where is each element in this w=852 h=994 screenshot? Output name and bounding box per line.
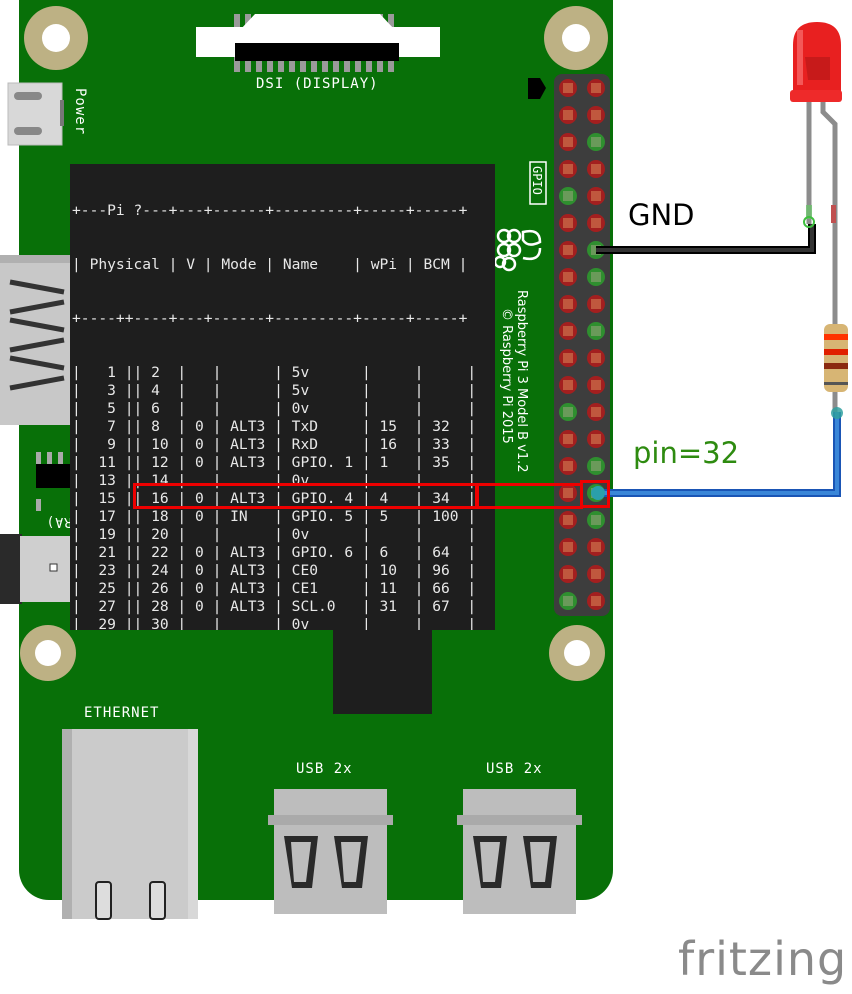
gpio-pin-36[interactable] bbox=[587, 538, 605, 556]
gpio-pin-23[interactable] bbox=[559, 376, 577, 394]
gpio-pin-4[interactable] bbox=[587, 106, 605, 124]
gpio-pin-21[interactable] bbox=[559, 349, 577, 367]
terminal-row: | 7 || 8 | 0 | ALT3 | TxD | 15 | 32 | bbox=[72, 418, 477, 435]
terminal-row: | 3 || 4 | | | 5v | | | bbox=[72, 382, 477, 399]
terminal-row: | 5 || 6 | | | 0v | | | bbox=[72, 400, 477, 417]
gpio-pin-37[interactable] bbox=[559, 565, 577, 583]
soc-chip bbox=[333, 620, 432, 714]
gpio-pin-15[interactable] bbox=[559, 268, 577, 286]
usb-port-2 bbox=[457, 789, 582, 914]
gpio-pin-12[interactable] bbox=[587, 214, 605, 232]
gpio-pin-17[interactable] bbox=[559, 295, 577, 313]
ethernet-label: ETHERNET bbox=[84, 705, 159, 721]
mount-hole-bottom-right bbox=[549, 625, 605, 681]
terminal-row: | 11 || 12 | 0 | ALT3 | GPIO. 1 | 1 | 35… bbox=[72, 454, 477, 471]
ethernet-port bbox=[62, 729, 198, 920]
gpio-pin-5[interactable] bbox=[559, 133, 577, 151]
gpio-pin-26[interactable] bbox=[587, 403, 605, 421]
resistor bbox=[824, 300, 848, 412]
terminal-row: | 25 || 26 | 0 | ALT3 | CE1 | 11 | 66 | bbox=[72, 580, 477, 597]
pin-label: pin=32 bbox=[633, 436, 740, 470]
gpio-pin-13[interactable] bbox=[559, 241, 577, 259]
power-label: Power bbox=[72, 88, 88, 135]
gpio-pin-22[interactable] bbox=[587, 349, 605, 367]
terminal-row: | 17 || 18 | 0 | IN | GPIO. 5 | 5 | 100 … bbox=[72, 508, 477, 525]
mount-hole-bottom-left bbox=[20, 625, 76, 681]
gpio-pin-40[interactable] bbox=[587, 592, 605, 610]
usb-port-1 bbox=[268, 789, 393, 914]
terminal-row: | 29 || 30 | | | 0v | | | bbox=[72, 616, 477, 630]
hdmi-connector bbox=[0, 255, 72, 425]
highlight-pin32 bbox=[580, 480, 610, 508]
gpio-readall-terminal: +---Pi ?---+---+------+---------+-----+-… bbox=[70, 164, 495, 630]
gpio-pin-2[interactable] bbox=[587, 79, 605, 97]
dsi-label: DSI (DISPLAY) bbox=[256, 76, 379, 92]
highlight-extension bbox=[476, 483, 583, 509]
terminal-top-border: +---Pi ?---+---+------+---------+-----+-… bbox=[72, 202, 468, 219]
gpio-pin-24[interactable] bbox=[587, 376, 605, 394]
terminal-row: | 23 || 24 | 0 | ALT3 | CE0 | 10 | 96 | bbox=[72, 562, 477, 579]
terminal-row: | 21 || 22 | 0 | ALT3 | GPIO. 6 | 6 | 64… bbox=[72, 544, 477, 561]
gpio-pin-7[interactable] bbox=[559, 160, 577, 178]
led bbox=[790, 22, 842, 300]
terminal-separator: +----++----+---+------+---------+-----+-… bbox=[72, 310, 468, 327]
gpio-pin-25[interactable] bbox=[559, 403, 577, 421]
terminal-row: | 19 || 20 | | | 0v | | | bbox=[72, 526, 477, 543]
terminal-row: | 9 || 10 | 0 | ALT3 | RxD | 16 | 33 | bbox=[72, 436, 477, 453]
gpio-pin-8[interactable] bbox=[587, 160, 605, 178]
highlight-row-pin32 bbox=[133, 483, 478, 509]
fritzing-diagram: DSI (DISPLAY) Power RA) GPIO Raspberry P… bbox=[0, 0, 852, 990]
gpio-pin-30[interactable] bbox=[587, 457, 605, 475]
gpio-pin-19[interactable] bbox=[559, 322, 577, 340]
header-body bbox=[554, 74, 610, 616]
gpio-pin-35[interactable] bbox=[559, 538, 577, 556]
gpio-pin-27[interactable] bbox=[559, 430, 577, 448]
model-text: Raspberry Pi 3 Model B v1.2 bbox=[514, 290, 529, 473]
usb-label-1: USB 2x bbox=[296, 761, 353, 777]
gpio-pin-16[interactable] bbox=[587, 268, 605, 286]
gpio-pin-1[interactable] bbox=[559, 79, 577, 97]
camera-label: RA) bbox=[46, 514, 72, 529]
gpio-pin-29[interactable] bbox=[559, 457, 577, 475]
gpio-pin-18[interactable] bbox=[587, 295, 605, 313]
gpio-pin-34[interactable] bbox=[587, 511, 605, 529]
power-connector bbox=[7, 82, 64, 146]
gpio-pin-6[interactable] bbox=[587, 133, 605, 151]
gpio-pin-20[interactable] bbox=[587, 322, 605, 340]
gpio-pin-11[interactable] bbox=[559, 214, 577, 232]
fritzing-watermark: fritzing bbox=[678, 932, 848, 986]
terminal-row: | 1 || 2 | | | 5v | | | bbox=[72, 364, 477, 381]
copyright-text: © Raspberry Pi 2015 bbox=[499, 308, 514, 444]
gpio-pin-3[interactable] bbox=[559, 106, 577, 124]
mount-hole-top-left bbox=[24, 6, 88, 70]
gpio-pin-39[interactable] bbox=[559, 592, 577, 610]
gpio-pin-10[interactable] bbox=[587, 187, 605, 205]
usb-label-2: USB 2x bbox=[486, 761, 543, 777]
gpio-pin-33[interactable] bbox=[559, 511, 577, 529]
gpio-pin-9[interactable] bbox=[559, 187, 577, 205]
terminal-row: | 27 || 28 | 0 | ALT3 | SCL.0 | 31 | 67 … bbox=[72, 598, 477, 615]
mount-hole-top-right bbox=[544, 6, 608, 70]
terminal-header: | Physical | V | Mode | Name | wPi | BCM… bbox=[72, 256, 468, 273]
gpio-pin-28[interactable] bbox=[587, 430, 605, 448]
gpio-label: GPIO bbox=[530, 166, 544, 195]
audio-jack bbox=[0, 534, 75, 604]
gpio-pin-38[interactable] bbox=[587, 565, 605, 583]
gnd-label: GND bbox=[628, 198, 695, 232]
gpio-header bbox=[554, 74, 610, 616]
